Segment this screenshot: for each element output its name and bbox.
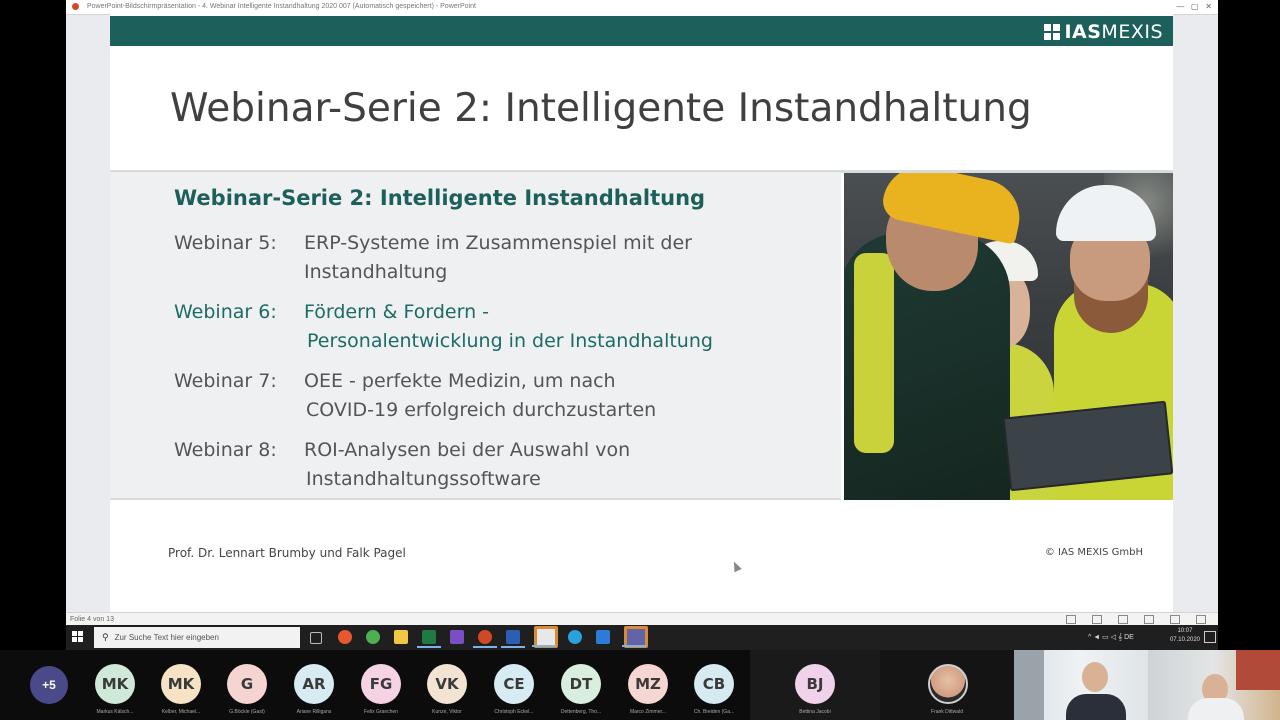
avatar: CE bbox=[494, 664, 534, 704]
firefox-icon[interactable] bbox=[338, 630, 352, 644]
slide-footer-authors: Prof. Dr. Lennart Brumby und Falk Pagel bbox=[168, 546, 406, 560]
avatar: MK bbox=[95, 664, 135, 704]
slide-header-bar: IASMEXIS bbox=[110, 16, 1173, 46]
onenote-icon[interactable] bbox=[450, 630, 464, 644]
participant-tile[interactable]: CB Ch. Breiden (Ga... bbox=[681, 650, 747, 720]
participant-name: Christoph Eckel... bbox=[494, 709, 534, 715]
participant-tile[interactable]: MK Markus Kälsch... bbox=[82, 650, 148, 720]
participant-tile[interactable]: G G.Böckle (Gast) bbox=[214, 650, 280, 720]
webinar-list-panel: Webinar-Serie 2: Intelligente Instandhal… bbox=[110, 172, 841, 500]
taskbar-search-input[interactable]: ⚲ Zur Suche Text hier eingeben bbox=[94, 627, 300, 648]
taskbar-clock[interactable]: 10:07 07.10.2020 bbox=[1170, 627, 1200, 645]
participant-video-feed[interactable] bbox=[1148, 650, 1280, 720]
avatar: VK bbox=[427, 664, 467, 704]
file-explorer-icon[interactable] bbox=[394, 630, 408, 644]
participant-tile[interactable]: VK Kunze, Viktor bbox=[414, 650, 480, 720]
participant-tile[interactable]: AR Ariane Rilligans bbox=[281, 650, 347, 720]
zoom-icon[interactable] bbox=[1196, 615, 1206, 624]
participant-name: Bettina Jacobi bbox=[799, 709, 831, 715]
participant-video-feed[interactable] bbox=[1014, 650, 1148, 720]
notification-icon[interactable] bbox=[1204, 631, 1216, 643]
avatar: CB bbox=[694, 664, 734, 704]
slide-title: Webinar-Serie 2: Intelligente Instandhal… bbox=[170, 86, 1032, 131]
participant-name: Marco Zimmer... bbox=[629, 709, 667, 715]
participant-tile[interactable]: MZ Marco Zimmer... bbox=[615, 650, 681, 720]
slideshow-icon[interactable] bbox=[1170, 615, 1181, 624]
participant-strip: +5 MK Markus Kälsch... MK Kelber, Michae… bbox=[0, 650, 1280, 720]
participant-name: Markus Kälsch... bbox=[96, 709, 134, 715]
maintenance-workers-photo bbox=[844, 173, 1173, 500]
normal-view-icon[interactable] bbox=[1092, 615, 1103, 624]
window-controls[interactable]: — ▢ ✕ bbox=[1176, 0, 1212, 14]
powerpoint-statusbar: Folie 4 von 13 bbox=[66, 612, 1218, 626]
slide-sorter-icon[interactable] bbox=[1118, 615, 1129, 624]
avatar: G bbox=[227, 664, 267, 704]
mouse-cursor-icon bbox=[730, 559, 742, 573]
outlook-active-icon[interactable] bbox=[532, 626, 558, 648]
window-title: PowerPoint-Bildschirmpräsentation - 4. W… bbox=[86, 3, 476, 10]
avatar: BJ bbox=[795, 664, 835, 704]
avatar: AR bbox=[294, 664, 334, 704]
ias-mexis-logo: IASMEXIS bbox=[1044, 21, 1163, 43]
more-participants-badge[interactable]: +5 bbox=[30, 666, 68, 704]
slide-footer-copyright: © IAS MEXIS GmbH bbox=[1044, 547, 1143, 558]
remote-desktop-icon[interactable] bbox=[596, 630, 610, 644]
participant-name: Kelber, Michael... bbox=[161, 709, 201, 715]
participant-name: Ch. Breiden (Ga... bbox=[693, 709, 735, 715]
avatar: MK bbox=[161, 664, 201, 704]
powerpoint-app-icon bbox=[72, 2, 79, 10]
teams-icon[interactable] bbox=[622, 626, 648, 648]
webinar-series-heading: Webinar-Serie 2: Intelligente Instandhal… bbox=[174, 186, 706, 210]
avatar: DT bbox=[561, 664, 601, 704]
participant-name: Frank Dittwald bbox=[931, 709, 963, 715]
participant-name: Kunze, Viktor bbox=[432, 709, 462, 715]
avatar: MZ bbox=[628, 664, 668, 704]
participant-name: Ariane Rilligans bbox=[296, 709, 332, 715]
logo-mark-icon bbox=[1044, 24, 1061, 40]
windows-start-icon[interactable] bbox=[72, 631, 84, 643]
search-icon: ⚲ bbox=[102, 632, 109, 642]
task-view-icon[interactable] bbox=[310, 632, 322, 644]
excel-icon[interactable] bbox=[417, 630, 441, 648]
powerpoint-titlebar: PowerPoint-Bildschirmpräsentation - 4. W… bbox=[66, 0, 1218, 15]
presentation-slide: IASMEXIS Webinar-Serie 2: Intelligente I… bbox=[110, 14, 1173, 612]
participant-tile[interactable]: DT Dettenberg, Tho... bbox=[548, 650, 614, 720]
participant-name: Dettenberg, Tho... bbox=[560, 709, 602, 715]
participant-name: Felix Graechen bbox=[364, 709, 398, 715]
word-icon[interactable] bbox=[501, 630, 525, 648]
participant-tile-frank[interactable]: Frank Dittwald bbox=[880, 650, 1014, 720]
prev-slide-icon[interactable] bbox=[1066, 615, 1077, 624]
participant-name: G.Böckle (Gast) bbox=[229, 709, 265, 715]
windows-taskbar: ⚲ Zur Suche Text hier eingeben ^ ◄ ▭ ◁ 𝄞 … bbox=[66, 625, 1218, 650]
avatar: FG bbox=[361, 664, 401, 704]
avatar bbox=[928, 664, 968, 704]
participant-tile[interactable]: FG Felix Graechen bbox=[348, 650, 414, 720]
powerpoint-taskbar-icon[interactable] bbox=[473, 630, 497, 648]
chrome-icon[interactable] bbox=[366, 630, 380, 644]
shared-screen: PowerPoint-Bildschirmpräsentation - 4. W… bbox=[66, 0, 1218, 650]
participant-tile[interactable]: MK Kelber, Michael... bbox=[148, 650, 214, 720]
edge-icon[interactable] bbox=[568, 630, 582, 644]
reading-view-icon[interactable] bbox=[1144, 615, 1155, 624]
participant-tile-bettina[interactable]: BJ Bettina Jacobi bbox=[750, 650, 880, 720]
participant-tile[interactable]: CE Christoph Eckel... bbox=[481, 650, 547, 720]
